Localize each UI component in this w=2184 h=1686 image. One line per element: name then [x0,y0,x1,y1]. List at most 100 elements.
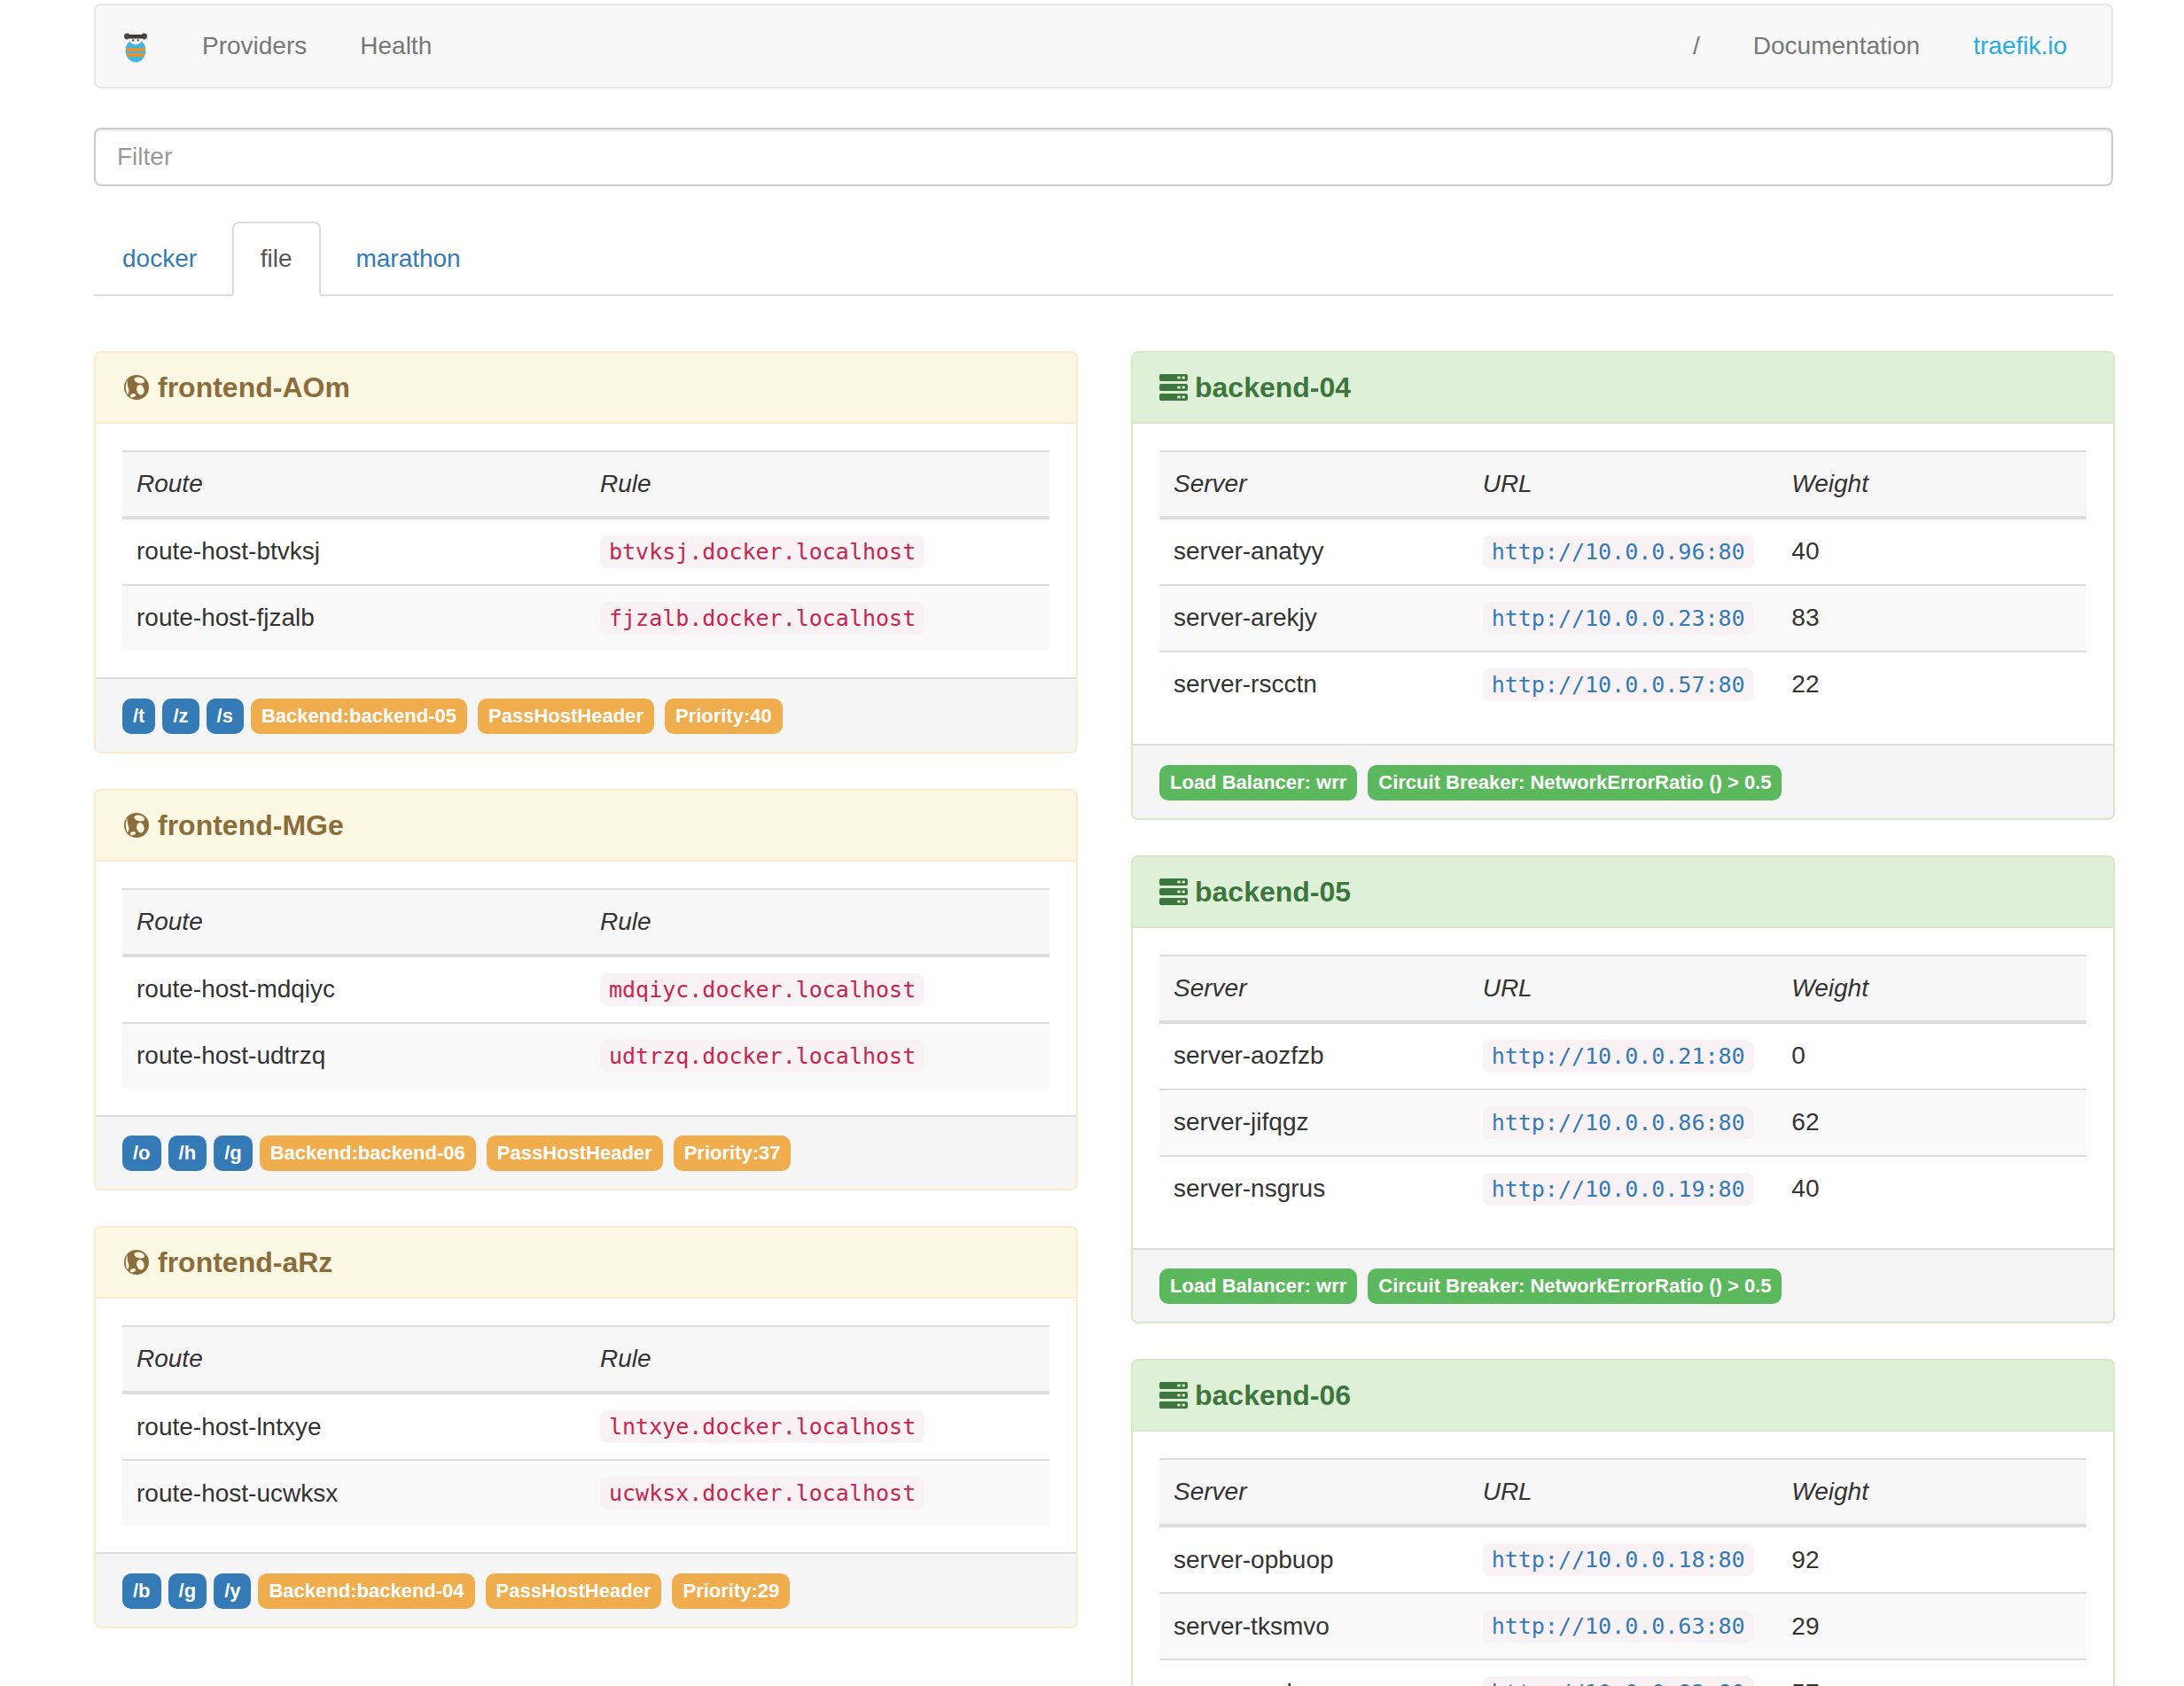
filter-input[interactable] [94,128,2113,186]
route-name: route-host-ucwksx [122,1460,586,1526]
nav-traefik-io[interactable]: traefik.io [1946,5,2094,87]
path-badge: /s [207,699,244,734]
backend-panel-header: backend-06 [1133,1361,2113,1432]
nav-slash[interactable]: / [1666,5,1727,87]
load-balancer-badge: Load Balancer: wrr [1159,765,1357,800]
route-row: route-host-udtrzq udtrzq.docker.localhos… [122,1023,1049,1089]
weight-column-header: Weight [1777,451,2086,518]
server-name: server-jifqgz [1159,1089,1469,1156]
server-url: http://10.0.0.63:80 [1483,1610,1754,1643]
server-weight: 92 [1777,1526,2086,1593]
rule-column-header: Rule [586,451,1049,518]
nav-documentation[interactable]: Documentation [1727,5,1946,87]
frontend-panel-header: frontend-aRz [96,1228,1076,1299]
backend-title: backend-06 [1195,1378,1351,1412]
server-name: server-nsgrus [1159,1156,1469,1222]
path-badge: /b [122,1573,161,1609]
server-url: http://10.0.0.19:80 [1483,1173,1754,1206]
rule-column-header: Rule [586,889,1049,956]
rule-value: fjzalb.docker.localhost [600,602,924,635]
url-column-header: URL [1469,1459,1778,1526]
globe-icon [122,1248,151,1276]
server-weight: 40 [1777,518,2086,585]
frontend-panel: frontend-AOm Route Rule route-host-btvks… [94,351,1078,753]
nav-providers[interactable]: Providers [176,5,333,87]
path-badge: /o [122,1136,161,1171]
path-badge: /y [214,1573,251,1609]
rule-value: ucwksx.docker.localhost [600,1477,924,1510]
traefik-logo[interactable] [96,5,176,87]
server-url: http://10.0.0.18:80 [1483,1543,1754,1576]
backend-panel: backend-05 Server URL Weight server-aozf… [1131,855,2115,1324]
server-url: http://10.0.0.21:80 [1483,1040,1754,1073]
routes-table: Route Rule route-host-mdqiyc mdqiyc.dock… [122,888,1049,1089]
tab-docker[interactable]: docker [94,222,225,296]
route-row: route-host-ucwksx ucwksx.docker.localhos… [122,1460,1049,1526]
route-name: route-host-mdqiyc [122,956,586,1023]
frontend-panel-body: Route Rule route-host-mdqiyc mdqiyc.dock… [96,862,1076,1115]
path-badge: /g [168,1573,207,1609]
server-url: http://10.0.0.96:80 [1483,535,1754,568]
server-row: server-tksmvo http://10.0.0.63:80 29 [1159,1593,2086,1659]
traefik-dashboard: Providers Health / Documentation traefik… [0,0,2184,1686]
frontend-panel-footer: /t/z/sBackend:backend-05PassHostHeaderPr… [96,677,1076,752]
tab-marathon[interactable]: marathon [327,222,488,296]
server-url: http://10.0.0.86:80 [1483,1106,1754,1139]
globe-icon [122,811,151,839]
passhostheader-badge: PassHostHeader [478,699,654,734]
rule-value: btvksj.docker.localhost [600,535,924,568]
route-name: route-host-btvksj [122,518,586,585]
load-balancer-badge: Load Balancer: wrr [1159,1268,1357,1304]
backend-badge: Backend:backend-06 [260,1136,476,1171]
server-column-header: Server [1159,451,1469,518]
server-weight: 57 [1777,1659,2086,1686]
passhostheader-badge: PassHostHeader [486,1573,662,1609]
frontend-title: frontend-aRz [158,1245,332,1279]
server-stack-icon [1159,878,1188,906]
servers-table: Server URL Weight server-aozfzb http://1… [1159,955,2086,1222]
backend-panel-header: backend-04 [1133,353,2113,424]
server-weight: 0 [1777,1022,2086,1089]
route-row: route-host-mdqiyc mdqiyc.docker.localhos… [122,956,1049,1023]
route-name: route-host-fjzalb [122,585,586,651]
server-name: server-arekjy [1159,585,1469,652]
priority-badge: Priority:29 [672,1573,790,1609]
path-badge: /g [214,1136,253,1171]
globe-icon [122,373,151,402]
servers-table: Server URL Weight server-anatyy http://1… [1159,450,2086,717]
server-name: server-anatyy [1159,518,1469,585]
frontend-panel-body: Route Rule route-host-lntxye lntxye.dock… [96,1299,1076,1552]
rule-value: lntxye.docker.localhost [600,1410,924,1443]
tab-file[interactable]: file [232,222,321,296]
circuit-breaker-badge: Circuit Breaker: NetworkErrorRatio () > … [1368,1268,1782,1304]
route-column-header: Route [122,889,586,956]
server-stack-icon [1159,1381,1188,1409]
frontend-panel: frontend-aRz Route Rule route-host-lntxy… [94,1226,1078,1628]
rule-value: udtrzq.docker.localhost [600,1040,924,1073]
routes-table: Route Rule route-host-btvksj btvksj.dock… [122,450,1049,651]
server-weight: 62 [1777,1089,2086,1156]
server-row: server-arekjy http://10.0.0.23:80 83 [1159,585,2086,652]
frontend-panel-header: frontend-AOm [96,353,1076,424]
server-name: server-rscctn [1159,652,1469,717]
server-row: server-opbuop http://10.0.0.18:80 92 [1159,1526,2086,1593]
server-name: server-updqmo [1159,1659,1469,1686]
frontend-panel-footer: /o/h/gBackend:backend-06PassHostHeaderPr… [96,1115,1076,1190]
frontend-panel-footer: /b/g/yBackend:backend-04 PassHostHeader Pr… [96,1552,1076,1627]
backend-panel: backend-04 Server URL Weight server-anat… [1131,351,2115,820]
server-url: http://10.0.0.23:80 [1483,602,1754,635]
backend-panel-footer: Load Balancer: wrr Circuit Breaker: Netwo… [1133,1248,2113,1323]
server-column-header: Server [1159,956,1469,1022]
frontend-title: frontend-MGe [158,808,344,842]
backend-panel-body: Server URL Weight server-aozfzb http://1… [1133,928,2113,1248]
route-name: route-host-udtrzq [122,1023,586,1089]
frontend-title: frontend-AOm [158,371,350,404]
server-row: server-rscctn http://10.0.0.57:80 22 [1159,652,2086,717]
frontend-panel-header: frontend-MGe [96,791,1076,862]
nav-health[interactable]: Health [333,5,458,87]
route-column-header: Route [122,1326,586,1393]
path-badge: /z [162,699,199,734]
route-name: route-host-lntxye [122,1393,586,1460]
backend-badge: Backend:backend-04 [258,1573,474,1609]
route-row: route-host-fjzalb fjzalb.docker.localhos… [122,585,1049,651]
